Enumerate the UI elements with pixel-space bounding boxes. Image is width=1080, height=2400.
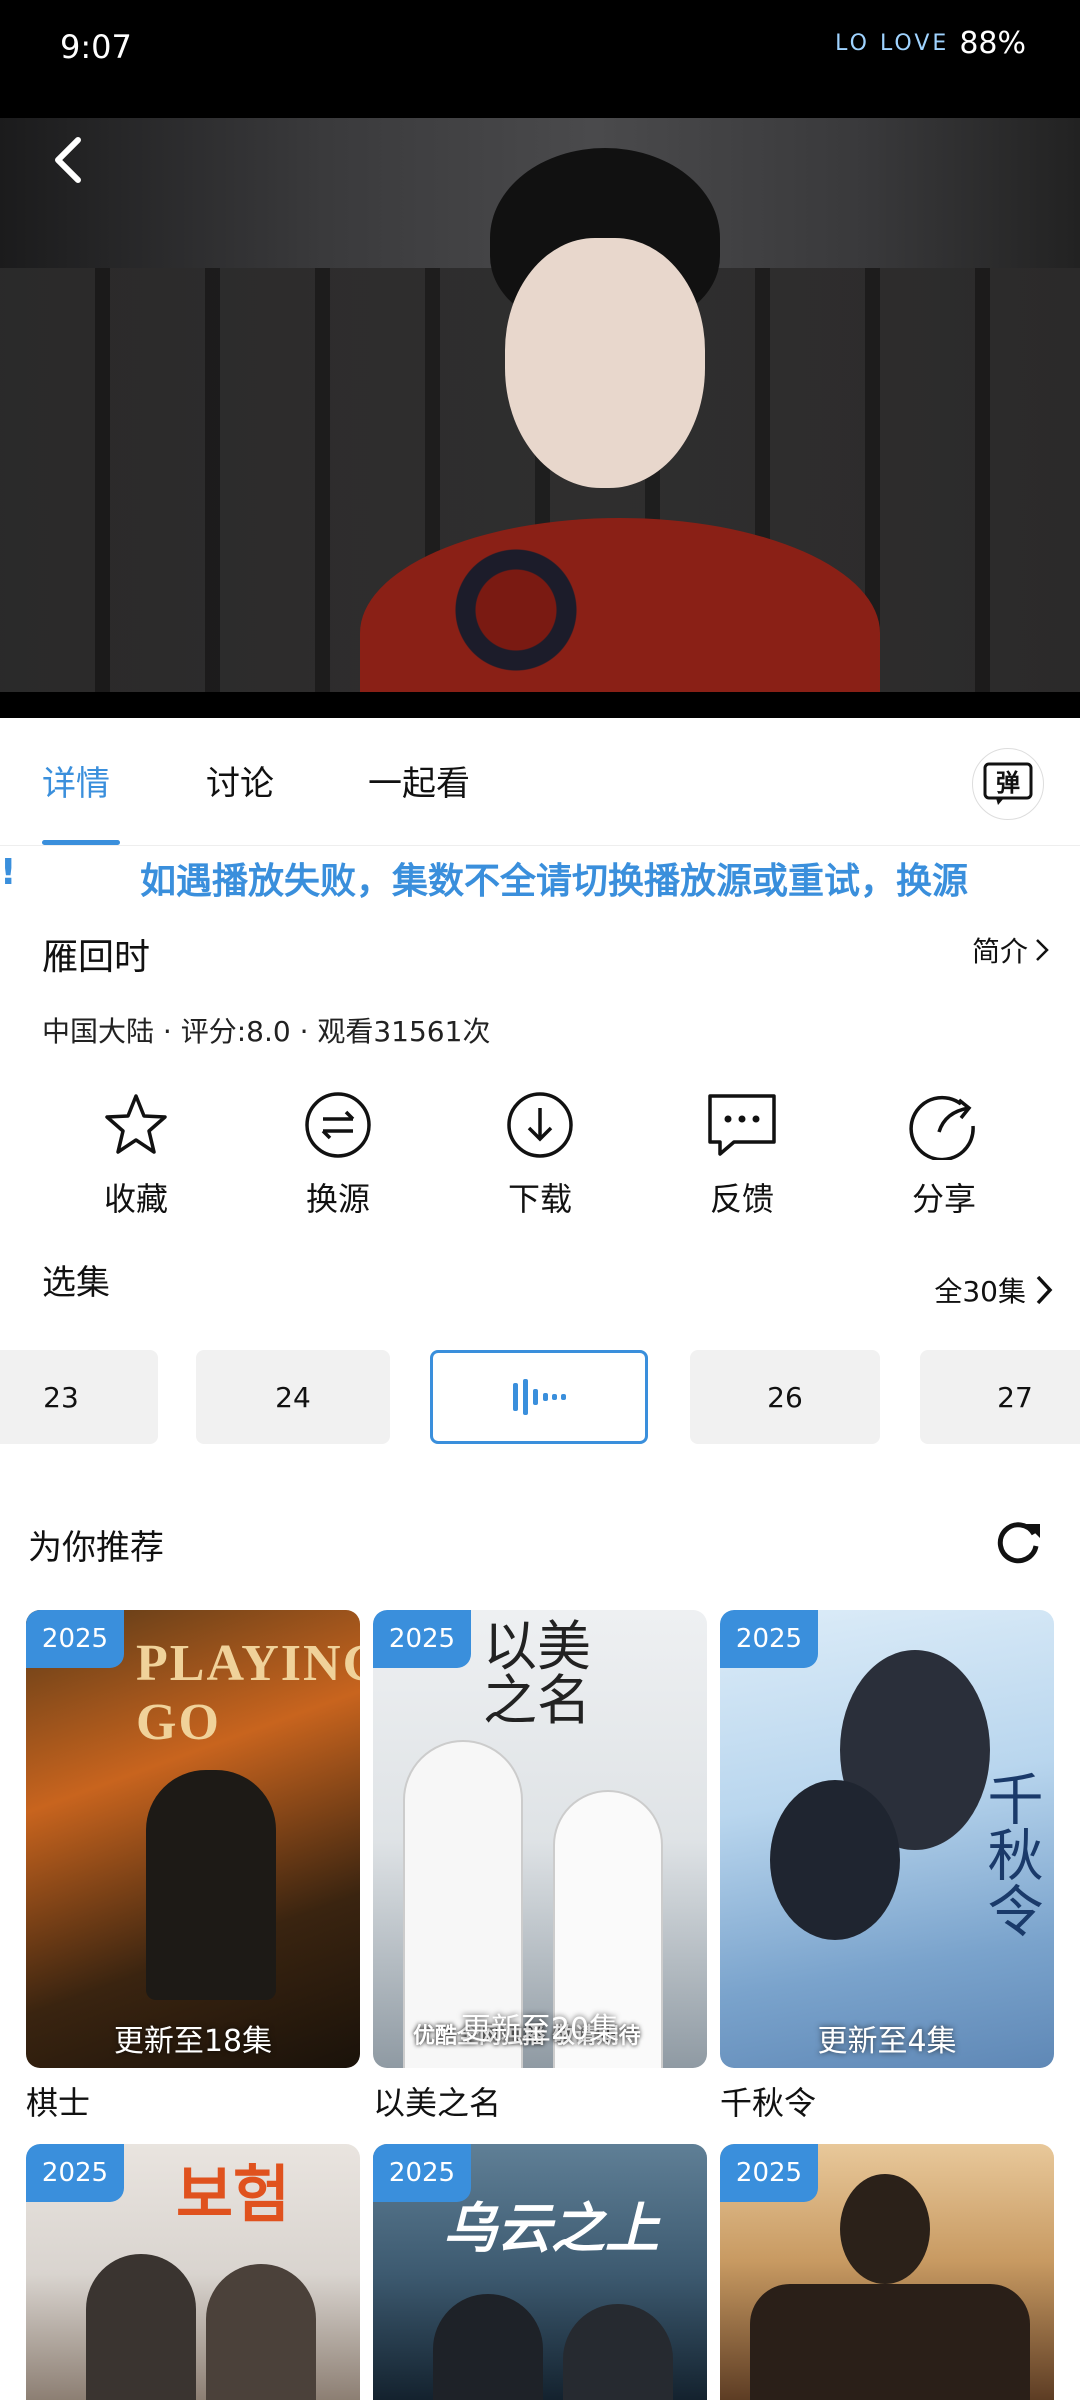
status-bar: 9:07 LO LOVE 88% — [0, 0, 1080, 118]
tab-indicator — [42, 840, 120, 845]
poster-figure — [840, 2174, 930, 2284]
poster-title-art: PLAYING GO — [136, 1635, 360, 1751]
year-badge: 2025 — [720, 2144, 818, 2202]
poster-image: 乌云之上 2025 — [373, 2144, 707, 2400]
poster-title-art: 乌云之上 — [443, 2197, 659, 2260]
video-bottom-bar — [0, 692, 1080, 718]
episodes-title: 选集 — [42, 1263, 110, 1303]
recommend-card[interactable]: 2025 — [720, 2144, 1054, 2400]
tab-details[interactable]: 详情 — [42, 756, 110, 805]
poster-title-art: 千秋令 — [979, 1770, 1041, 1938]
poster-figure — [563, 2304, 673, 2400]
favorite-button[interactable]: 收藏 — [66, 1090, 206, 1220]
download-label: 下载 — [507, 1180, 572, 1218]
intro-link[interactable]: 简介 — [972, 930, 1050, 970]
refresh-icon[interactable] — [992, 1516, 1044, 1568]
episode-24[interactable]: 24 — [196, 1350, 390, 1444]
episode-23[interactable]: 23 — [0, 1350, 158, 1444]
feedback-button[interactable]: 反馈 — [672, 1090, 812, 1220]
show-meta: 中国大陆 · 评分:8.0 · 观看31561次 — [42, 1015, 491, 1048]
feedback-label: 反馈 — [709, 1180, 774, 1218]
poster-image: 以美之名 优酷全网独播 敬请期待 2025 更新至20集 — [373, 1610, 707, 2068]
year-badge: 2025 — [720, 1610, 818, 1668]
detail-tabs: 详情 讨论 一起看 弹 — [0, 718, 1080, 846]
status-time: 9:07 — [60, 28, 132, 66]
status-icons: LO LOVE 88% — [835, 26, 1026, 61]
episode-number: 26 — [767, 1380, 803, 1414]
update-status: 更新至4集 — [817, 2024, 957, 2059]
tab-discussion[interactable]: 讨论 — [206, 756, 274, 805]
poster-figure — [770, 1780, 900, 1940]
year-badge: 2025 — [26, 2144, 124, 2202]
download-button[interactable]: 下载 — [470, 1090, 610, 1220]
action-bar: 收藏 换源 下载 反馈 分享 — [0, 1090, 1080, 1230]
share-icon — [909, 1095, 975, 1160]
show-title: 雁回时 — [42, 937, 151, 978]
card-title: 千秋令 — [720, 2084, 817, 2122]
notice-marquee: ! 如遇播放失败，集数不全请切换播放源或重试，换源 — [0, 852, 1080, 908]
chevron-right-icon — [1036, 939, 1049, 961]
star-icon — [105, 1094, 167, 1154]
year-badge: 2025 — [373, 1610, 471, 1668]
all-episodes-link[interactable]: 全30集 — [934, 1270, 1054, 1310]
notice-prefix: ! — [0, 852, 17, 893]
episode-number: 24 — [275, 1380, 311, 1414]
poster-figure — [86, 2254, 196, 2400]
episode-26[interactable]: 26 — [690, 1350, 880, 1444]
intro-label: 简介 — [971, 935, 1028, 968]
swap-icon — [305, 1092, 371, 1158]
poster-image: 千秋令 2025 更新至4集 — [720, 1610, 1054, 2068]
recommend-card[interactable]: PLAYING GO 2025 更新至18集 棋士 — [26, 1610, 360, 2124]
poster-image: 보험 2025 — [26, 2144, 360, 2400]
card-title: 棋士 — [26, 2084, 91, 2122]
share-button[interactable]: 分享 — [874, 1090, 1014, 1220]
switch-source-label: 换源 — [305, 1180, 370, 1218]
episode-27[interactable]: 27 — [920, 1350, 1080, 1444]
playing-waveform-icon — [513, 1379, 566, 1415]
download-icon — [507, 1092, 573, 1158]
recommend-card[interactable]: 乌云之上 2025 — [373, 2144, 707, 2400]
episode-number: 27 — [997, 1380, 1033, 1414]
recommend-card[interactable]: 以美之名 优酷全网独播 敬请期待 2025 更新至20集 以美之名 — [373, 1610, 707, 2124]
favorite-label: 收藏 — [103, 1180, 168, 1218]
poster-figure — [750, 2284, 1030, 2400]
episode-25-playing[interactable] — [430, 1350, 648, 1444]
episode-number: 23 — [43, 1380, 79, 1414]
poster-title-art: 보험 — [176, 2158, 291, 2231]
poster-title-art: 以美之名 — [483, 1617, 591, 1731]
notice-text: 如遇播放失败，集数不全请切换播放源或重试，换源 — [140, 861, 969, 902]
recommend-card[interactable]: 千秋令 2025 更新至4集 千秋令 — [720, 1610, 1054, 2124]
poster-figure — [206, 2264, 316, 2400]
recommend-title: 为你推荐 — [28, 1528, 164, 1568]
switch-source-button[interactable]: 换源 — [268, 1090, 408, 1220]
back-arrow-icon[interactable] — [40, 130, 100, 190]
poster-image: PLAYING GO 2025 更新至18集 — [26, 1610, 360, 2068]
card-title: 以美之名 — [373, 2084, 502, 2122]
danmu-toggle-icon[interactable]: 弹 — [972, 748, 1044, 820]
update-status: 更新至20集 — [460, 2012, 620, 2047]
update-status: 更新至18集 — [113, 2024, 273, 2059]
feedback-icon — [708, 1094, 776, 1156]
poster-figure — [146, 1770, 276, 2000]
all-episodes-label: 全30集 — [934, 1275, 1026, 1308]
poster-image: 2025 — [720, 2144, 1054, 2400]
video-figure-face — [505, 238, 705, 488]
danmu-label: 弹 — [996, 769, 1020, 797]
poster-figure — [433, 2294, 543, 2400]
year-badge: 2025 — [373, 2144, 471, 2202]
share-label: 分享 — [911, 1180, 976, 1218]
year-badge: 2025 — [26, 1610, 124, 1668]
recommend-card[interactable]: 보험 2025 — [26, 2144, 360, 2400]
battery-level: 88% — [959, 26, 1026, 61]
hearts-icon: LO LOVE — [835, 31, 950, 56]
chevron-right-icon — [1036, 1275, 1053, 1305]
video-player[interactable] — [0, 118, 1080, 718]
tab-watch-together[interactable]: 一起看 — [368, 756, 470, 805]
